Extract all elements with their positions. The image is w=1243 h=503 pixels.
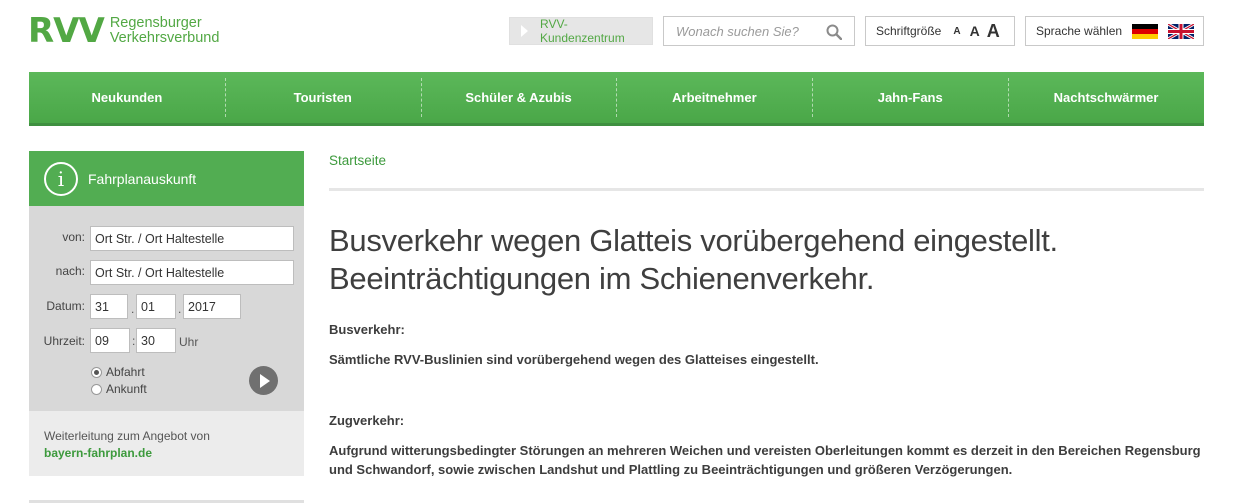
play-arrow-icon xyxy=(521,25,528,37)
font-size-small[interactable]: A xyxy=(953,26,960,37)
journey-planner: i Fahrplanauskunft von: nach: Datum: . .… xyxy=(29,151,304,476)
time-unit: Uhr xyxy=(179,335,199,349)
journey-planner-title: Fahrplanauskunft xyxy=(88,170,197,187)
rail-heading: Zugverkehr: xyxy=(329,413,405,428)
hour-input[interactable] xyxy=(90,328,130,353)
language-selector: Sprache wählen xyxy=(1025,16,1204,46)
from-label: von: xyxy=(62,230,85,244)
search-connection-button[interactable] xyxy=(249,366,278,395)
arrival-label: Ankunft xyxy=(106,382,147,396)
title-line-2: Beeinträchtigungen im Schienenverkehr. xyxy=(329,261,875,296)
bus-heading: Busverkehr: xyxy=(329,322,405,337)
from-input[interactable] xyxy=(90,226,294,251)
rvv-logo[interactable]: RVV Regensburger Verkehrsverbund xyxy=(28,14,219,48)
date-separator: . xyxy=(178,302,182,316)
departure-option[interactable]: Abfahrt xyxy=(91,365,145,379)
year-input[interactable] xyxy=(183,294,241,319)
kundenzentrum-label: RVV-Kundenzentrum xyxy=(540,17,625,45)
nav-arbeitnehmer[interactable]: Arbeitnehmer xyxy=(616,72,812,123)
page-title: Busverkehr wegen Glatteis vorübergehend … xyxy=(329,222,1204,298)
nav-schueler-azubis[interactable]: Schüler & Azubis xyxy=(420,72,617,123)
departure-radio[interactable] xyxy=(91,366,102,378)
to-input[interactable] xyxy=(90,260,294,285)
font-size-control: Schriftgröße A A A xyxy=(865,16,1015,46)
logo-text: Regensburger Verkehrsverbund xyxy=(110,16,220,46)
logo-line-2: Verkehrsverbund xyxy=(109,30,220,46)
uk-flag-icon[interactable] xyxy=(1168,23,1195,39)
info-icon: i xyxy=(44,161,78,196)
nav-jahn-fans[interactable]: Jahn-Fans xyxy=(812,72,1008,123)
month-input[interactable] xyxy=(136,294,176,319)
minute-input[interactable] xyxy=(136,328,176,353)
bayern-fahrplan-link[interactable]: bayern-fahrplan.de xyxy=(44,445,289,462)
search-box xyxy=(663,16,855,46)
to-label: nach: xyxy=(55,264,85,278)
breadcrumb-divider xyxy=(329,188,1204,191)
day-input[interactable] xyxy=(90,294,128,319)
logo-line-1: Regensburger xyxy=(109,15,202,31)
breadcrumb-home[interactable]: Startseite xyxy=(329,153,386,168)
nav-neukunden[interactable]: Neukunden xyxy=(29,72,225,123)
planner-footer: Weiterleitung zum Angebot von bayern-fah… xyxy=(29,411,304,476)
kundenzentrum-button[interactable]: RVV-Kundenzentrum xyxy=(509,17,653,45)
date-label: Datum: xyxy=(46,299,85,313)
planner-footer-text: Weiterleitung zum Angebot von xyxy=(44,429,210,443)
time-separator: : xyxy=(132,334,136,348)
arrival-option[interactable]: Ankunft xyxy=(91,382,147,396)
nav-nachtschwaermer[interactable]: Nachtschwärmer xyxy=(1008,72,1204,123)
search-icon[interactable] xyxy=(826,24,842,40)
rail-text: Aufgrund witterungsbedingter Störungen a… xyxy=(329,443,1201,477)
arrival-radio[interactable] xyxy=(91,383,102,395)
german-flag-icon[interactable] xyxy=(1132,23,1159,39)
departure-label: Abfahrt xyxy=(106,365,145,379)
logo-mark: RVV xyxy=(28,11,105,51)
font-size-medium[interactable]: A xyxy=(970,23,980,39)
title-line-1: Busverkehr wegen Glatteis vorübergehend … xyxy=(329,223,1058,258)
main-navigation: Neukunden Touristen Schüler & Azubis Arb… xyxy=(29,72,1204,126)
journey-planner-header: i Fahrplanauskunft xyxy=(29,151,304,206)
font-size-label: Schriftgröße xyxy=(876,24,942,38)
nav-touristen[interactable]: Touristen xyxy=(224,72,421,123)
font-size-large[interactable]: A xyxy=(987,21,1000,42)
language-label: Sprache wählen xyxy=(1036,24,1123,38)
time-label: Uhrzeit: xyxy=(43,334,85,348)
date-separator: . xyxy=(131,302,135,316)
journey-planner-form: von: nach: Datum: . . Uhrzeit: : Uhr Abf… xyxy=(29,206,304,411)
bus-text: Sämtliche RVV-Buslinien sind vorübergehe… xyxy=(329,352,819,367)
search-input[interactable] xyxy=(674,22,824,40)
